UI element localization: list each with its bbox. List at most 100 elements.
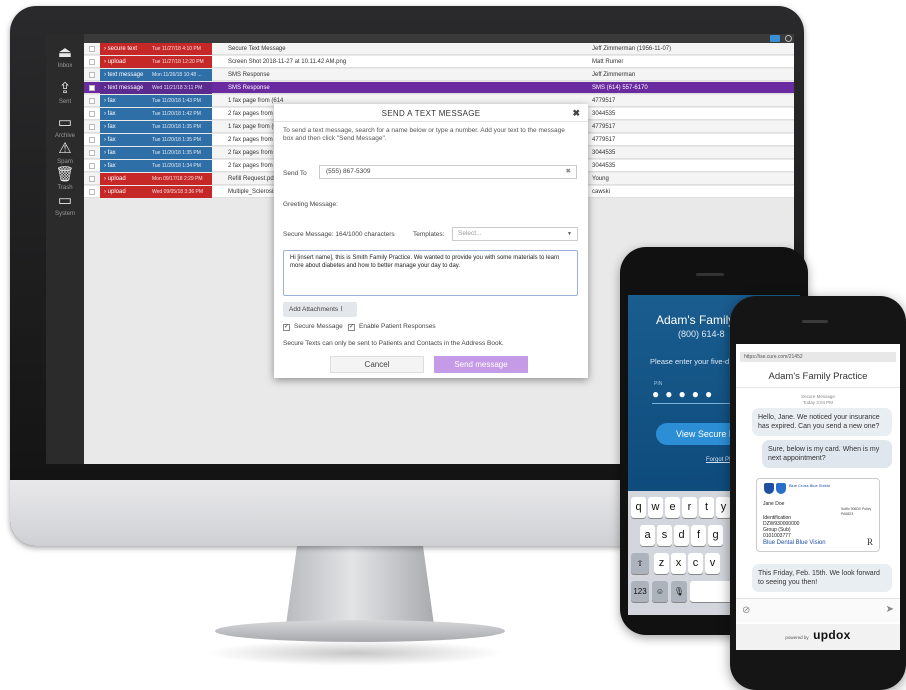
message-type-tag: › fax Tue 11/20/18 1:43 PM	[100, 95, 212, 107]
row-checkbox[interactable]	[89, 111, 95, 117]
row-checkbox[interactable]	[89, 72, 95, 78]
row-checkbox[interactable]	[89, 124, 95, 130]
keyboard-key[interactable]: v	[705, 553, 720, 574]
sidebar-item-sent[interactable]: ⇪ Sent	[46, 80, 84, 116]
message-from: Young	[592, 176, 609, 182]
sidebar-item-label: Sent	[58, 99, 72, 105]
templates-placeholder: Select...	[458, 230, 482, 237]
row-checkbox[interactable]	[89, 98, 95, 104]
keyboard-key[interactable]: x	[671, 553, 686, 574]
message-from: Jeff Zimmerman	[592, 72, 636, 78]
cancel-button[interactable]: Cancel	[330, 356, 424, 373]
rx-icon: R	[866, 537, 873, 547]
message-time: Today 3:04 PM	[802, 400, 834, 405]
phone-front-screen: https://ise.cure.com/21452 Adam's Family…	[736, 344, 900, 650]
sidebar-item-label: Inbox	[57, 63, 73, 69]
keyboard-key[interactable]: q	[631, 497, 646, 518]
message-subject: Secure Text Message	[228, 46, 286, 52]
keyboard-key[interactable]: z	[654, 553, 669, 574]
keyboard-key[interactable]: w	[648, 497, 663, 518]
send-to-label: Send To	[283, 170, 307, 177]
table-row[interactable]: › secure text Tue 11/27/18 4:10 PM Secure …	[84, 43, 794, 55]
send-icon[interactable]: ➤	[886, 604, 894, 615]
message-type-tag: › fax Tue 11/20/18 1:35 PM	[100, 121, 212, 133]
row-checkbox[interactable]	[89, 59, 95, 65]
message-date: Tue 11/20/18 1:42 PM	[152, 111, 201, 117]
keyboard-key[interactable]: c	[688, 553, 703, 574]
message-type-tag: › fax Tue 11/20/18 1:35 PM	[100, 147, 212, 159]
phone-speaker	[696, 273, 724, 276]
send-to-input[interactable]: (555) 867-5309 ✖	[319, 165, 577, 179]
sidebar-item-label: System	[54, 211, 75, 217]
reply-bar[interactable]: ⊘ ➤	[736, 598, 900, 622]
message-type: Secure Message	[801, 394, 835, 399]
practice-title: Adam's Family	[656, 313, 735, 327]
inbox-icon: ⏏	[57, 44, 73, 61]
send-message-button[interactable]: Send message	[434, 356, 528, 373]
message-date: Tue 11/20/18 1:34 PM	[152, 163, 201, 169]
message-type-tag: › secure text Tue 11/27/18 4:10 PM	[100, 43, 212, 55]
compose-button[interactable]	[770, 35, 780, 42]
row-checkbox[interactable]	[89, 150, 95, 156]
keyboard-key[interactable]: ☺	[652, 581, 668, 602]
keyboard-key[interactable]: r	[682, 497, 697, 518]
close-icon[interactable]: ✖	[572, 108, 580, 119]
message-date: Tue 11/20/18 1:35 PM	[152, 137, 201, 143]
practice-phone: (800) 614-8	[678, 329, 725, 339]
pin-input[interactable]: ●●●●●	[652, 387, 718, 401]
clear-icon[interactable]: ✖	[566, 166, 571, 178]
settings-icon[interactable]	[785, 35, 792, 42]
archive-icon: ▭	[57, 114, 73, 131]
message-date: Tue 11/27/18 12:20 PM	[152, 59, 204, 65]
row-checkbox[interactable]	[89, 163, 95, 169]
insurance-card-image[interactable]: Blue Cross Blue Shield Jane Doe Identifi…	[756, 478, 880, 552]
secure-message-checkbox[interactable]: ✓	[283, 324, 290, 331]
keyboard-key[interactable]: y	[716, 497, 731, 518]
message-date: Tue 11/27/18 4:10 PM	[152, 46, 201, 52]
type-label: text message	[107, 85, 144, 91]
enable-responses-checkbox[interactable]: ✓	[348, 324, 355, 331]
message-from: Matt Rumer	[592, 59, 624, 65]
sidebar: ⏏ Inbox ⇪ Sent ▭ Archive ⚠ Spam 🗑 Trash …	[46, 34, 84, 464]
divider	[736, 387, 900, 388]
keyboard-key[interactable]: d	[674, 525, 689, 546]
sent-icon: ⇪	[58, 80, 72, 97]
updox-logo: updox	[813, 628, 851, 642]
type-label: fax	[107, 111, 116, 117]
keyboard-key[interactable]: e	[665, 497, 680, 518]
message-date: Wed 09/05/18 3:36 PM	[152, 189, 204, 195]
sidebar-item-system[interactable]: ▭ System	[46, 192, 84, 228]
shield-logo-icon	[776, 483, 786, 494]
message-subject: Refill Request.pdf	[228, 176, 276, 182]
keyboard-key[interactable]: s	[657, 525, 672, 546]
row-checkbox[interactable]	[89, 176, 95, 182]
sidebar-item-inbox[interactable]: ⏏ Inbox	[46, 44, 84, 80]
add-attachments-button[interactable]: Add Attachments ⌇	[283, 302, 357, 317]
keyboard-key[interactable]: f	[691, 525, 706, 546]
message-from: 3044535	[592, 150, 616, 156]
url-bar[interactable]: https://ise.cure.com/21452	[740, 352, 896, 362]
templates-select[interactable]: Select... ▼	[452, 227, 578, 241]
keyboard-key[interactable]: ⇧	[631, 553, 649, 574]
keyboard-key[interactable]: 🎙	[671, 581, 687, 602]
paperclip-icon[interactable]: ⊘	[742, 605, 750, 616]
message-date: Tue 11/20/18 1:35 PM	[152, 150, 201, 156]
keyboard-key[interactable]: a	[640, 525, 655, 546]
keyboard-key[interactable]: 123	[631, 581, 649, 602]
row-checkbox[interactable]	[89, 189, 95, 195]
message-textarea[interactable]: Hi [insert name], this is Smith Family P…	[283, 250, 578, 296]
sidebar-item-label: Archive	[54, 133, 75, 139]
templates-label: Templates:	[413, 231, 445, 238]
keyboard-key[interactable]: g	[708, 525, 723, 546]
type-label: fax	[107, 137, 116, 143]
table-row[interactable]: › upload Tue 11/27/18 12:20 PM Screen Shot…	[84, 56, 794, 68]
table-row[interactable]: › text message Mon 11/26/18 10:48 ... SMS …	[84, 69, 794, 81]
spam-icon: ⚠	[58, 140, 72, 157]
row-checkbox[interactable]	[89, 85, 95, 91]
row-checkbox[interactable]	[89, 46, 95, 52]
powered-by-footer: powered by updox	[736, 624, 900, 650]
keyboard-key[interactable]: t	[699, 497, 714, 518]
divider	[274, 121, 588, 122]
row-checkbox[interactable]	[89, 137, 95, 143]
table-row[interactable]: › text message Wed 11/21/18 3:11 PM SMS Re…	[84, 82, 794, 94]
